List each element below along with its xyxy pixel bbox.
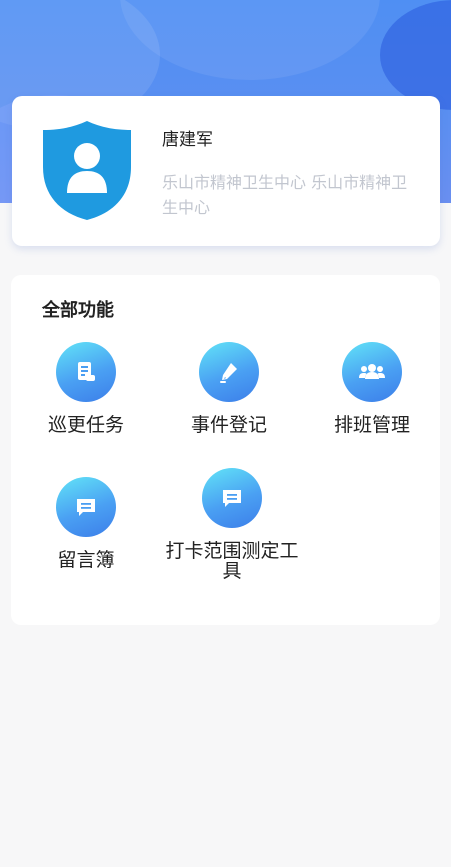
user-name: 唐建军 bbox=[162, 130, 213, 150]
group-icon bbox=[342, 342, 402, 402]
function-label: 事件登记 bbox=[190, 414, 267, 436]
user-organization: 乐山市精神卫生中心 乐山市精神卫生中心 bbox=[162, 173, 408, 217]
function-label: 排班管理 bbox=[333, 414, 410, 436]
header-decoration bbox=[120, 0, 380, 80]
function-panel: 全部功能 巡更任务 事件登记 排班管理 留言簿 打卡范围测定工具 bbox=[11, 275, 440, 625]
document-icon bbox=[56, 342, 116, 402]
header-decoration bbox=[380, 0, 451, 110]
function-patrol-task[interactable]: 巡更任务 bbox=[16, 342, 156, 435]
function-event-register[interactable]: 事件登记 bbox=[159, 342, 299, 435]
pen-icon bbox=[199, 342, 259, 402]
message-icon bbox=[202, 468, 262, 528]
user-shield-avatar-icon bbox=[43, 121, 131, 220]
function-label: 留言簿 bbox=[57, 549, 115, 571]
function-schedule-management[interactable]: 排班管理 bbox=[302, 342, 442, 435]
section-title: 全部功能 bbox=[42, 300, 114, 321]
function-guestbook[interactable]: 留言簿 bbox=[16, 477, 156, 570]
profile-card: 唐建军 乐山市精神卫生中心 乐山市精神卫生中心 bbox=[12, 96, 440, 246]
function-label: 打卡范围测定工具 bbox=[165, 540, 299, 582]
function-label: 巡更任务 bbox=[47, 414, 124, 436]
function-checkin-range-tool[interactable]: 打卡范围测定工具 bbox=[162, 468, 302, 581]
message-icon bbox=[56, 477, 116, 537]
